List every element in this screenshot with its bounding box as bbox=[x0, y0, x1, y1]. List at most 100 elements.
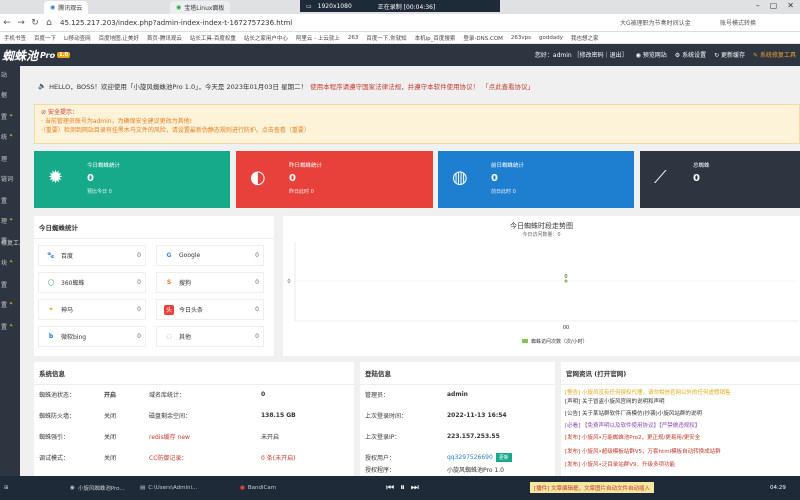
sidebar-item[interactable]: 置 bbox=[0, 276, 20, 292]
sidebar-item[interactable]: 链词 bbox=[0, 170, 20, 186]
preview-site-link[interactable]: ◉ 预览网站 bbox=[636, 50, 667, 59]
sidebar-item[interactable]: 据 bbox=[0, 86, 20, 102]
home-icon[interactable]: ⌂ bbox=[42, 18, 56, 28]
security-alert: ⊘ 安全提示： · 当前管理员账号为admin，为确保安全建议更改为其他! ·（… bbox=[34, 104, 800, 144]
trend-chart-panel: 今日蜘蛛时段走势图 今日访问数量：0 0 00 0 蜘蛛访问次数（次/小时） bbox=[283, 216, 800, 356]
globe-icon: ◍ bbox=[452, 167, 468, 188]
trend-icon: ⟋ bbox=[654, 167, 667, 188]
total-spider-card: ⟋ 总蜘蛛 0 bbox=[640, 151, 800, 208]
taskbar-app[interactable]: ▤ C:\Users\Admini... bbox=[140, 480, 197, 496]
update-button[interactable]: 更新 bbox=[495, 453, 512, 462]
engine-baidu: 🐾 百度 0 bbox=[38, 245, 146, 266]
reload-icon[interactable]: ↻ bbox=[28, 18, 42, 28]
sidebar: 站 据 置✦ 统✦ 理 链词 置 理✦ 置 修复工具✦ 块✦ 置 置✦ 置✦ bbox=[0, 66, 20, 476]
sidebar-item[interactable]: 理 ✦ bbox=[0, 212, 20, 228]
bookmark[interactable]: 手机书签 bbox=[4, 34, 26, 42]
version-badge: 1.0 bbox=[57, 52, 70, 58]
daybefore-spider-card: ◍ 前日蜘蛛统计 0 前日此时 0 bbox=[438, 151, 634, 208]
news-item[interactable]: [声明] 关于冒盗小旋风官网的说明和声明 bbox=[565, 397, 665, 405]
baidu-icon: 🐾 bbox=[47, 252, 55, 259]
engine-google: G Google 0 bbox=[156, 245, 264, 266]
news-item[interactable]: [警告] 小旋风没有任何授权代理，请勿相信官网以外的任何虚假销售 bbox=[565, 388, 731, 396]
forward-icon[interactable]: → bbox=[14, 18, 28, 28]
sidebar-item[interactable]: 块 ✦ bbox=[0, 254, 20, 270]
repair-tool-link[interactable]: ✎ 系统修复工具 bbox=[753, 50, 796, 59]
news-item[interactable]: [必看] 【免费声明以及软件使用协议】【严禁做违规权】 bbox=[565, 421, 700, 429]
agreement-link[interactable]: 「点此查看协议」 bbox=[482, 81, 534, 91]
security-detail-link[interactable]: ·（重要）检测到网站目录有挂黑木马文件的风险，请设置最新伪静态规则进行防护。点击… bbox=[41, 126, 793, 135]
bookmark[interactable]: Li移动查网 bbox=[64, 34, 91, 42]
table-row: 上次登录时间： 2022-11-13 16:54 bbox=[365, 412, 507, 420]
sidebar-item-repair[interactable]: 修复工具✦ bbox=[0, 234, 20, 250]
minimize-icon[interactable]: – bbox=[756, 1, 760, 10]
bookmark[interactable]: goddady bbox=[539, 35, 563, 41]
bookmark[interactable]: 站长工具-百度权重 bbox=[190, 34, 236, 42]
sidebar-item[interactable]: 置 ✦ bbox=[0, 108, 20, 124]
url-field[interactable]: 45.125.217.203/index.php?admin-index-ind… bbox=[60, 19, 292, 27]
sidebar-item[interactable]: 理 bbox=[0, 150, 20, 166]
bookmark[interactable]: 百度地图,让美好 bbox=[99, 34, 139, 42]
sidebar-item[interactable]: 站 bbox=[0, 66, 20, 82]
tab-favicon-icon: ◉ bbox=[176, 4, 182, 11]
rewind-icon[interactable]: ⏮ bbox=[386, 483, 394, 493]
sidebar-item[interactable]: 置 ✦ bbox=[0, 318, 20, 334]
table-row: 蜘蛛池状态： 开启 域名库统计： 0 bbox=[39, 391, 266, 399]
system-settings-link[interactable]: ⚙ 系统设置 bbox=[675, 50, 706, 59]
browser-tab-1[interactable]: ◉ 腾讯观云 bbox=[44, 1, 89, 14]
back-icon[interactable]: ← bbox=[0, 18, 14, 28]
promo-banner[interactable]: [播件] 文章编辑框，文章图片自动文件自动插入 bbox=[530, 482, 655, 493]
news-item[interactable]: [发布] 小旋风•泛目录站群V9，升级多项功能 bbox=[565, 460, 675, 468]
engine-toutiao: 头 今日头条 0 bbox=[156, 299, 264, 320]
system-info-panel: 系统信息 蜘蛛池状态： 开启 域名库统计： 0 蜘蛛防火墙： 关闭 磁盘剩余空间： 138.… bbox=[34, 362, 354, 476]
bookmark[interactable]: 站长之家用户中心 bbox=[244, 34, 288, 42]
table-row: 上次登录IP： 223.157.253.55 bbox=[365, 433, 500, 441]
warning-icon: ⊘ bbox=[41, 109, 47, 116]
news-item[interactable]: [发布] 小旋风•超级模板站群V5，万套html模板自动转换成站群 bbox=[565, 447, 721, 455]
panel-title: 系统信息 bbox=[34, 362, 354, 385]
engine-bing: b 微软bing 0 bbox=[38, 326, 146, 347]
pause-icon[interactable]: ⏸ bbox=[400, 483, 405, 493]
maximize-icon[interactable]: ▢ bbox=[770, 1, 778, 10]
browser-icon: ◉ bbox=[70, 485, 75, 491]
user-info[interactable]: 您好：admin ［修改密码｜退出］ bbox=[535, 50, 628, 59]
start-icon[interactable]: ⊞ bbox=[4, 480, 9, 496]
close-icon[interactable]: ✕ bbox=[787, 1, 794, 10]
browser-tab-2[interactable]: ◉ 宝塔Linux面板 bbox=[170, 1, 231, 14]
bookmark[interactable]: 阿里云 - 上云就上 bbox=[296, 34, 340, 42]
login-info-panel: 登陆信息 管理员： admin 上次登录时间： 2022-11-13 16:54 上… bbox=[360, 362, 555, 476]
news-item[interactable]: [公告] 关于某站群软件厂商模仿(抄袭)小旋风站群的说明 bbox=[565, 409, 702, 417]
spider-stats-panel: 今日蜘蛛统计 🐾 百度 0 G Google 0 ◯ 360蜘蛛 0 S 搜狗 … bbox=[34, 216, 274, 356]
taskbar-app[interactable]: ◉ 小旋风蜘蛛池Pro... bbox=[70, 480, 125, 496]
window-controls: – ▢ ✕ bbox=[756, 1, 794, 10]
extension-convert[interactable]: 账号模式转换 bbox=[720, 18, 756, 27]
browser-tab-bar: ◉ 腾讯观云 ◉ 宝塔Linux面板 ▭ 1920x1080 正在录制 [00:… bbox=[0, 0, 800, 14]
engine-sogou: S 搜狗 0 bbox=[156, 272, 264, 293]
bookmark[interactable]: 百度一下 bbox=[34, 34, 56, 42]
bookmarks-bar: 手机书签 百度一下 Li移动查网 百度地图,让美好 首页-腾讯观云 站长工具-百… bbox=[0, 32, 800, 44]
data-label: 0 bbox=[564, 274, 567, 280]
today-spider-card: ✹ 今日蜘蛛统计 0 预比今日 0 bbox=[34, 151, 230, 208]
bookmark[interactable]: 百度一下,你就知 bbox=[366, 34, 406, 42]
sidebar-item[interactable]: 置 ✦ bbox=[0, 296, 20, 312]
refresh-cache-link[interactable]: ↻ 更新缓存 bbox=[714, 50, 745, 59]
bookmark[interactable]: 登录-DNS.COM bbox=[463, 34, 503, 42]
taskbar-app[interactable]: ● BandiCam bbox=[240, 480, 276, 496]
recorder-bar: ▭ 1920x1080 正在录制 [00:04:36] bbox=[300, 0, 500, 12]
welcome-banner: 🔈 HELLO，BOSS！欢迎使用「小旋风蜘蛛池Pro 1.0」，今天是 202… bbox=[38, 81, 535, 91]
bookmark[interactable]: 263 bbox=[348, 35, 359, 41]
forward-icon[interactable]: ⏭ bbox=[411, 483, 419, 493]
app-logo[interactable]: 蜘蛛池 Pro 1.0 bbox=[0, 47, 70, 64]
bookmark[interactable]: 本机ip_百度搜索 bbox=[415, 34, 456, 42]
bookmark[interactable]: 我也想之家 bbox=[571, 34, 599, 42]
table-row: 蜘蛛防火墙： 关闭 磁盘剩余空间： 138.15 GB bbox=[39, 412, 296, 420]
bookmark[interactable]: 263vps bbox=[511, 35, 531, 41]
other-icon: ◌ bbox=[166, 333, 172, 340]
sidebar-item[interactable]: 置 bbox=[0, 192, 20, 208]
news-item[interactable]: [发布] 小旋风•万能蜘蛛池Pro2，更正规/更易用/更安全 bbox=[565, 433, 700, 441]
extension-promo[interactable]: 大G被理职为节奏时间认金 bbox=[620, 18, 691, 27]
sidebar-item[interactable]: 统 ✦ bbox=[0, 128, 20, 144]
bookmark[interactable]: 首页-腾讯观云 bbox=[147, 34, 182, 42]
panel-title: 登陆信息 bbox=[360, 362, 555, 385]
clock: 04:29 bbox=[770, 485, 786, 491]
panel-title[interactable]: 官网资讯 (打开官网) bbox=[561, 362, 800, 385]
